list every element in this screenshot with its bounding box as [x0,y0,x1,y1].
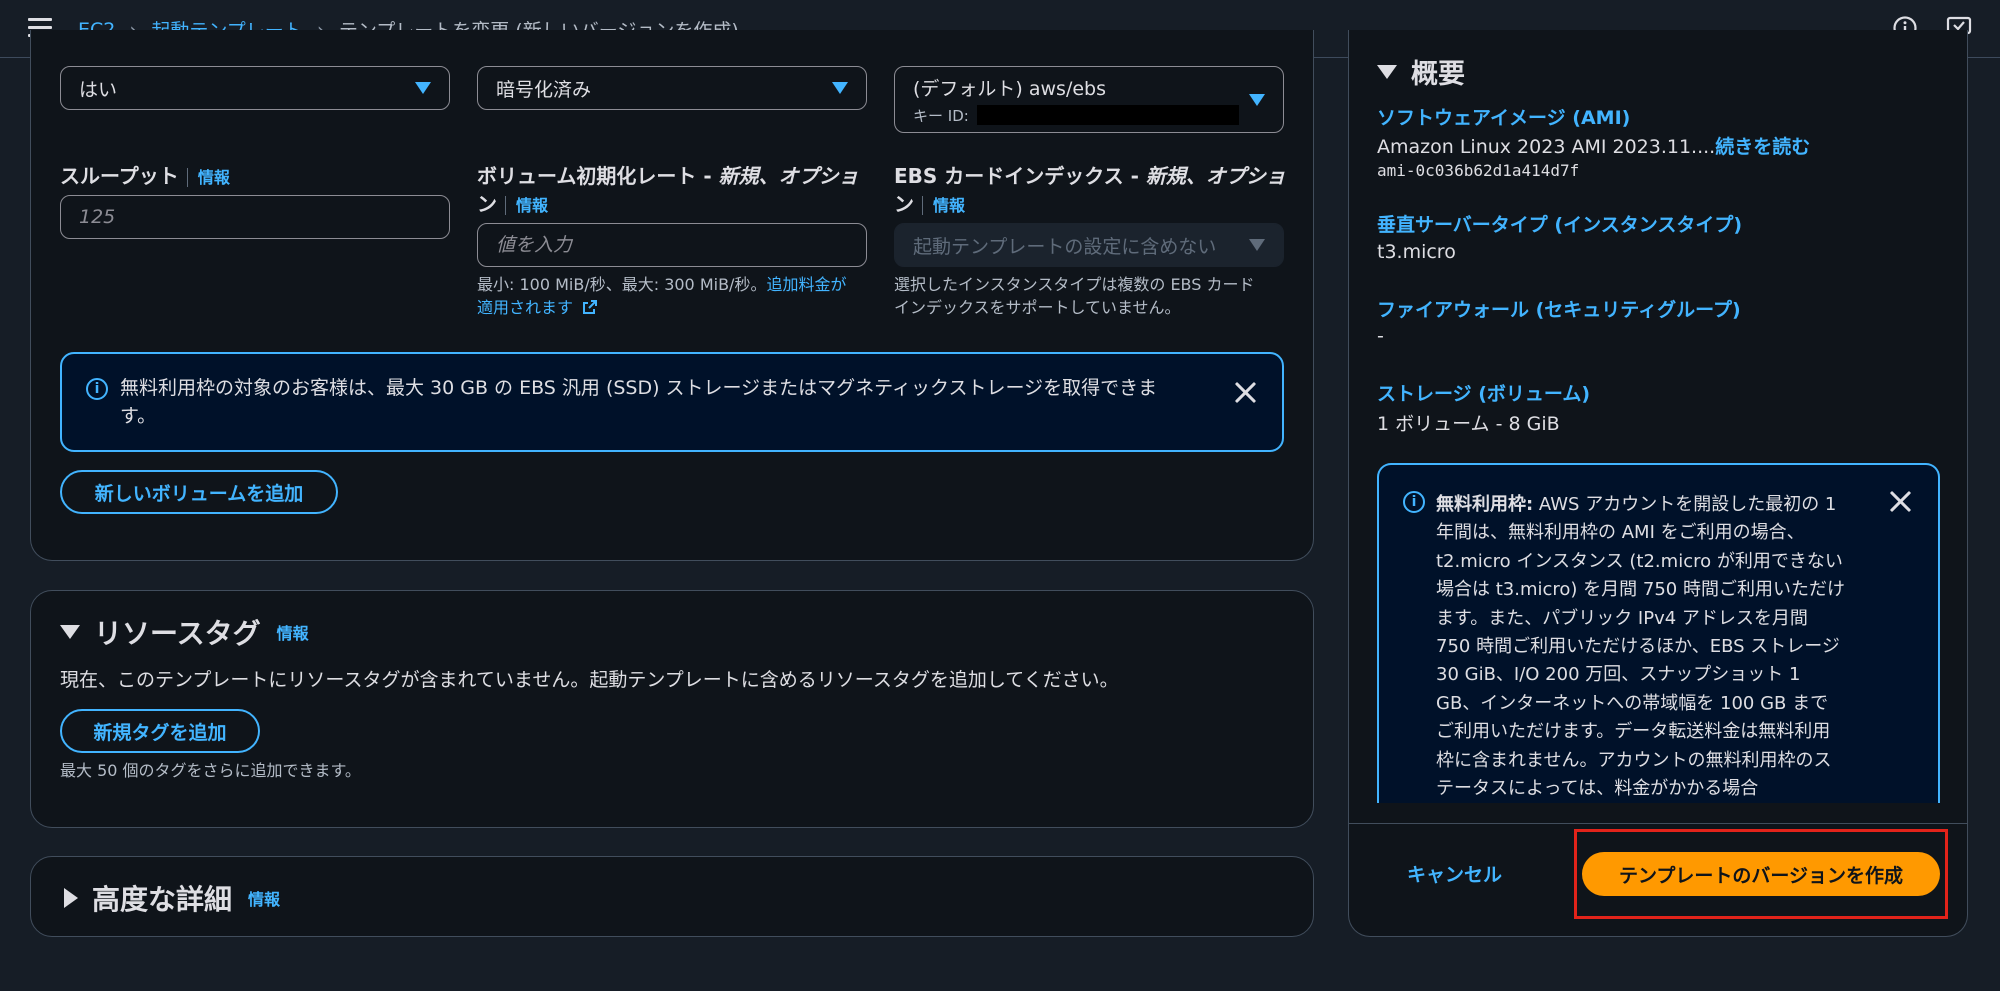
ebs-card-value: 起動テンプレートの設定に含めない [913,235,1217,258]
ebs-card-select: 起動テンプレートの設定に含めない [894,223,1284,267]
init-rate-hint-text: 最小: 100 MiB/秒、最大: 300 MiB/秒。 [477,275,767,294]
init-rate-hint: 最小: 100 MiB/秒、最大: 300 MiB/秒。追加料金が 適用されます [477,273,877,319]
summary-header[interactable]: 概要 [1377,52,1465,91]
ami-value: Amazon Linux 2023 AMI 2023.11.... [1377,136,1716,158]
ebs-card-info-link[interactable]: 情報 [922,196,966,215]
instance-type-value: t3.micro [1377,241,1456,263]
kms-key-id-row: キー ID: [913,105,1239,126]
ebs-card-hint-line1: 選択したインスタンスタイプは複数の EBS カード [894,275,1255,294]
free-tier-summary-alert: i 無料利用枠: AWS アカウントを開設した最初の 1 年間は、無料利用枠の … [1377,463,1940,803]
free-tier-body: AWS アカウントを開設した最初の 1 年間は、無料利用枠の AMI をご利用の… [1436,494,1845,800]
ami-value-row: Amazon Linux 2023 AMI 2023.11....続きを読む [1377,132,1810,159]
additional-charges-link[interactable]: 追加料金が [766,275,846,294]
advanced-details-header[interactable]: 高度な詳細 情報 [64,878,280,918]
init-rate-label-main: ボリューム初期化レート - [477,164,719,188]
encrypted-select[interactable]: 暗号化済み [477,66,867,110]
tag-limit-hint: 最大 50 個のタグをさらに追加できます。 [60,761,361,780]
alert-text-line2: す。 [120,405,157,427]
ebs-card-hint-line2: インデックスをサポートしていません。 [894,298,1181,317]
caret-right-icon [64,888,78,908]
info-circle-icon: i [1403,491,1425,513]
init-rate-label-line2: ン [477,192,497,216]
init-rate-label-italic: 新規、オプショ [718,164,859,188]
caret-down-icon [1249,93,1265,106]
alert-text-line1: 無料利用枠の対象のお客様は、最大 30 GB の EBS 汎用 (SSD) スト… [120,377,1158,399]
redacted-key-id [976,105,1239,125]
close-icon[interactable] [1889,489,1913,513]
delete-on-termination-value: はい [79,78,118,101]
throughput-label: スループット 情報 [60,162,230,192]
encrypted-value: 暗号化済み [496,78,592,101]
throughput-info-link[interactable]: 情報 [186,168,230,187]
free-tier-storage-alert-text: 無料利用枠の対象のお客様は、最大 30 GB の EBS 汎用 (SSD) スト… [120,374,1230,430]
firewall-label[interactable]: ファイアウォール (セキュリティグループ) [1377,295,1741,322]
throughput-label-text: スループット [60,164,179,188]
info-circle-icon: i [86,378,108,400]
delete-on-termination-select[interactable]: はい [60,66,450,110]
storage-value: 1 ボリューム - 8 GiB [1377,413,1560,435]
ami-id: ami-0c036b62d1a414d7f [1377,161,1580,180]
add-tag-button[interactable]: 新規タグを追加 [60,709,260,753]
close-icon[interactable] [1234,380,1258,404]
firewall-value: - [1377,325,1384,347]
kms-key-id-label: キー ID: [913,106,969,125]
caret-down-icon [832,82,848,94]
init-rate-input-box[interactable] [477,223,867,267]
advanced-details-info-link[interactable]: 情報 [248,886,280,910]
caret-down-icon [1377,64,1397,79]
kms-key-select[interactable]: (デフォルト) aws/ebs キー ID: [894,66,1284,133]
ebs-card-label-italic: 新規、オプショ [1145,164,1286,188]
create-template-version-button[interactable]: テンプレートのバージョンを作成 [1582,852,1940,896]
ebs-card-label-line2: ン [894,192,914,216]
ami-read-more-link[interactable]: 続きを読む [1715,136,1810,158]
cancel-button[interactable]: キャンセル [1407,860,1502,887]
caret-down-icon [1249,239,1265,251]
init-rate-info-link[interactable]: 情報 [505,196,549,215]
caret-down-icon [60,625,80,639]
resource-tags-info-link[interactable]: 情報 [277,620,309,644]
ami-label[interactable]: ソフトウェアイメージ (AMI) [1377,103,1630,130]
free-tier-bold: 無料利用枠: [1436,494,1534,515]
throughput-input[interactable] [79,206,449,228]
storage-label[interactable]: ストレージ (ボリューム) [1377,379,1590,406]
resource-tags-header[interactable]: リソースタグ 情報 [60,612,309,652]
summary-title: 概要 [1411,59,1465,90]
resource-tags-title: リソースタグ [94,617,261,650]
ebs-card-hint: 選択したインスタンスタイプは複数の EBS カード インデックスをサポートしてい… [894,273,1294,319]
add-volume-button[interactable]: 新しいボリュームを追加 [60,470,338,514]
instance-type-label[interactable]: 垂直サーバータイプ (インスタンスタイプ) [1377,210,1742,237]
resource-tags-description: 現在、このテンプレートにリソースタグが含まれていません。起動テンプレートに含める… [60,669,1119,691]
ebs-card-label: EBS カードインデックス - 新規、オプショ ン情報 [894,162,1294,220]
free-tier-storage-alert: i 無料利用枠の対象のお客様は、最大 30 GB の EBS 汎用 (SSD) … [60,352,1284,452]
caret-down-icon [415,82,431,94]
advanced-details-title: 高度な詳細 [92,883,233,916]
ebs-card-label-main: EBS カードインデックス - [894,164,1146,188]
init-rate-label: ボリューム初期化レート - 新規、オプショ ン情報 [477,162,877,220]
additional-charges-link-2[interactable]: 適用されます [477,298,573,317]
free-tier-summary-text: 無料利用枠: AWS アカウントを開設した最初の 1 年間は、無料利用枠の AM… [1436,491,1846,803]
kms-key-value: (デフォルト) aws/ebs [913,77,1106,100]
external-link-icon [583,300,598,314]
init-rate-input[interactable] [496,234,866,256]
throughput-input-box[interactable] [60,195,450,239]
